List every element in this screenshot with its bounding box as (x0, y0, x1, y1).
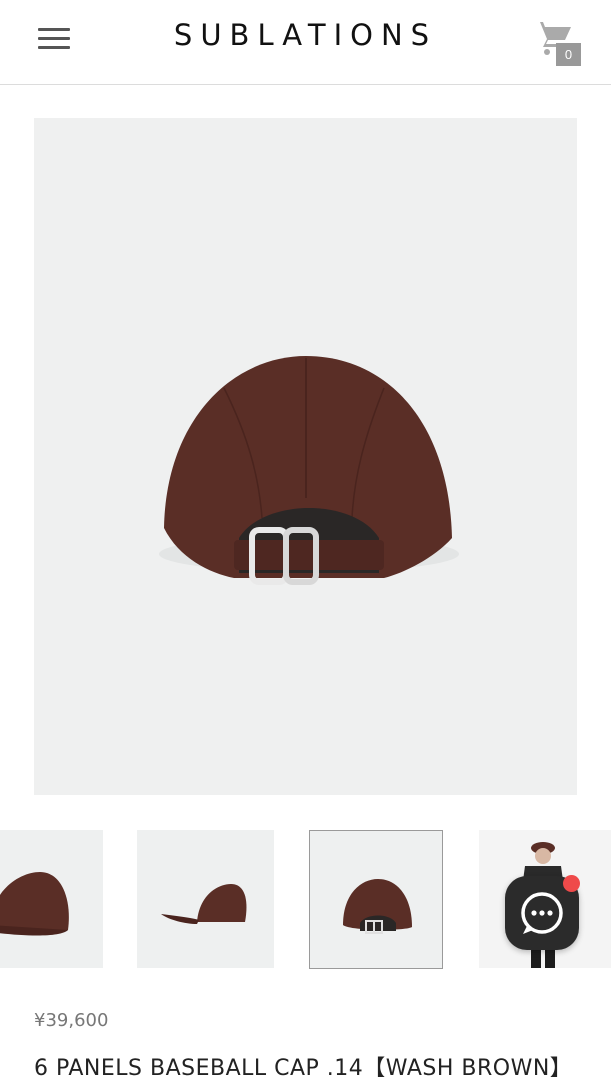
product-title: 6 PANELS BASEBALL CAP .14【WASH BROWN】 (34, 1056, 573, 1081)
cap-front-thumbnail (0, 872, 69, 936)
cap-side-thumbnail (161, 884, 247, 924)
cap-back-thumbnail (343, 879, 412, 934)
site-header: SUBLATIONS 0 (0, 0, 611, 85)
cart-count-badge: 0 (556, 43, 581, 66)
thumbnail-2[interactable] (137, 830, 274, 968)
site-logo[interactable]: SUBLATIONS (0, 18, 611, 52)
cart-button[interactable]: 0 (535, 18, 585, 70)
product-main-image[interactable] (34, 118, 577, 795)
thumbnail-1[interactable] (0, 830, 103, 968)
thumbnail-3-selected[interactable] (309, 830, 443, 969)
product-price: ¥39,600 (34, 1010, 109, 1031)
notification-dot (563, 875, 580, 892)
cap-back-image (159, 356, 459, 585)
